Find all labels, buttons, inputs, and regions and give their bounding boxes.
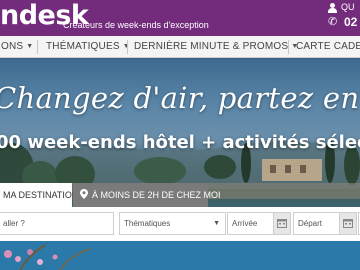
- phone-icon: ✆: [328, 16, 338, 28]
- departure-date-input[interactable]: Départ: [293, 212, 357, 235]
- chevron-down-icon: ▼: [26, 43, 34, 50]
- main-navigation: IONS▼ THÉMATIQUES▼ DERNIÈRE MINUTE & PRO…: [0, 36, 360, 58]
- search-bar: aller ? Thématiques ▼ Arrivée Départ: [0, 207, 360, 241]
- departure-placeholder: Départ: [298, 219, 323, 228]
- theme-select-value: Thématiques: [124, 219, 171, 228]
- map-pin-icon: [80, 189, 88, 199]
- arrival-date-input[interactable]: Arrivée: [227, 212, 291, 235]
- site-tagline: Créateurs de week-ends d'exception: [63, 20, 209, 30]
- nav-item-label: THÉMATIQUES: [46, 41, 120, 52]
- nav-item-destinations[interactable]: IONS ▼: [0, 36, 33, 58]
- chevron-down-icon: ▼: [213, 220, 220, 227]
- phone-number[interactable]: 02: [344, 15, 357, 29]
- person-icon[interactable]: [328, 3, 337, 13]
- top-header: ndesk Créateurs de week-ends d'exception…: [0, 0, 360, 36]
- hero-title: Changez d'air, partez en w: [0, 81, 360, 115]
- tab-ma-destination[interactable]: MA DESTINATION: [0, 183, 78, 207]
- nav-divider: [127, 40, 128, 54]
- nav-item-thematiques[interactable]: THÉMATIQUES▼: [46, 36, 130, 58]
- nav-divider: [37, 40, 38, 54]
- calendar-icon[interactable]: [273, 213, 290, 234]
- nav-item-label: IONS: [0, 41, 24, 52]
- hero-subtitle: 00 week-ends hôtel + activités sélection: [0, 132, 360, 153]
- nav-item-label: CARTE CADEAU: [296, 41, 360, 52]
- nav-divider: [288, 40, 289, 54]
- account-link[interactable]: QU: [341, 2, 355, 12]
- destination-placeholder: aller ?: [3, 219, 25, 228]
- destination-input[interactable]: aller ?: [0, 212, 114, 235]
- theme-select[interactable]: Thématiques ▼: [119, 212, 226, 235]
- tab-label: À MOINS DE 2H DE CHEZ MOI: [92, 190, 221, 200]
- nav-item-carte-cadeau[interactable]: CARTE CADEAU: [296, 36, 360, 58]
- nav-item-derniere-minute[interactable]: DERNIÈRE MINUTE & PROMOS ▼: [134, 36, 298, 58]
- nav-item-label: DERNIÈRE MINUTE & PROMOS: [134, 41, 289, 52]
- tab-label: MA DESTINATION: [3, 190, 79, 200]
- tab-moins-de-2h[interactable]: À MOINS DE 2H DE CHEZ MOI: [73, 183, 221, 207]
- arrival-placeholder: Arrivée: [232, 219, 258, 228]
- calendar-icon[interactable]: [339, 213, 356, 234]
